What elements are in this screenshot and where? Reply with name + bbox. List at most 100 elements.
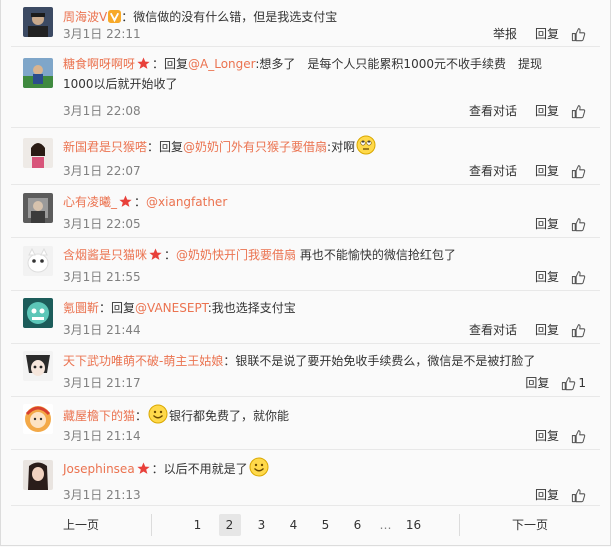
page-number-1[interactable]: 1 — [187, 514, 209, 536]
pagination: 上一页 1 2 3 4 5 6 … 16 下一页 — [11, 510, 600, 540]
user-avatar[interactable] — [23, 298, 53, 328]
comment-timestamp: 3月1日 22:11 — [63, 27, 141, 41]
comment-body: 藏屋檐下的猫： 银行都免费了，就你能 — [63, 404, 586, 426]
thumbs-up-icon — [561, 376, 576, 391]
comment-text: 银行都免费了，就你能 — [169, 409, 290, 423]
thumbs-up-icon — [571, 323, 586, 338]
reply-link[interactable]: 回复 — [535, 101, 559, 121]
reply-link[interactable]: 回复 — [535, 426, 559, 446]
comment-text: ：回复 — [147, 140, 184, 154]
reply-link[interactable]: 回复 — [535, 485, 559, 505]
user-mention-link[interactable]: @xiangfather — [146, 195, 227, 209]
vip-badge-icon[interactable] — [108, 9, 122, 23]
star-member-icon[interactable] — [137, 461, 150, 474]
user-avatar[interactable] — [23, 138, 53, 168]
comment-text: ：以后不用就是了 — [151, 462, 248, 476]
like-button[interactable] — [571, 488, 586, 503]
page-number-5[interactable]: 5 — [315, 514, 337, 536]
comment-meta: 3月1日 21:55 回复 — [63, 267, 586, 287]
user-mention-link[interactable]: @VANESEPT — [135, 301, 208, 315]
user-avatar[interactable] — [23, 404, 53, 434]
comment-actions: 查看对话 回复 — [451, 101, 586, 121]
page-number-6[interactable]: 6 — [347, 514, 369, 536]
user-nickname-link[interactable]: 氪圜靳 — [63, 301, 99, 315]
thumbs-up-icon — [571, 217, 586, 232]
user-nickname-link[interactable]: 含烟酱是只猫咪 — [63, 248, 147, 262]
star-member-icon[interactable] — [119, 194, 132, 207]
prev-page-button[interactable]: 上一页 — [11, 514, 151, 536]
comment-body: 新国君是只猴嗒：回复@奶奶门外有只猴子要借扇:对啊 — [63, 135, 586, 157]
comment-actions: 回复 1 — [507, 373, 586, 393]
user-nickname-link[interactable]: 糖食啊呀啊呀 — [63, 57, 135, 71]
thumbs-up-icon — [571, 27, 586, 42]
comment-item: 周海波V ：微信做的没有什么错，但是我选支付宝 3月1日 22:11 举报 回复 — [11, 0, 600, 47]
star-member-icon[interactable] — [137, 56, 150, 69]
page-number-2[interactable]: 2 — [218, 514, 241, 536]
page-ellipsis: … — [379, 518, 392, 532]
like-button[interactable] — [571, 164, 586, 179]
comment-meta: 3月1日 21:13 回复 — [63, 485, 586, 505]
page-number-16[interactable]: 16 — [403, 514, 425, 536]
user-nickname-link[interactable]: Josephinsea — [63, 462, 135, 476]
view-conversation-link[interactable]: 查看对话 — [469, 101, 517, 121]
comment-timestamp: 3月1日 21:44 — [63, 323, 141, 337]
comment-text: ： — [134, 195, 147, 209]
view-conversation-link[interactable]: 查看对话 — [469, 161, 517, 181]
like-button[interactable] — [571, 429, 586, 444]
comment-text: ：银联不是说了要开始免收手续费么，微信是不是被打脸了 — [223, 354, 536, 368]
user-nickname-link[interactable]: 新国君是只猴嗒 — [63, 140, 147, 154]
comment-timestamp: 3月1日 22:07 — [63, 164, 141, 178]
thumbs-up-icon — [571, 429, 586, 444]
comment-timestamp: 3月1日 22:08 — [63, 104, 141, 118]
like-button[interactable]: 1 — [561, 373, 586, 393]
comment-actions: 回复 — [517, 485, 586, 505]
comment-timestamp: 3月1日 21:55 — [63, 270, 141, 284]
comment-meta: 3月1日 21:44 查看对话 回复 — [63, 320, 586, 340]
reply-link[interactable]: 回复 — [525, 373, 549, 393]
comment-timestamp: 3月1日 21:17 — [63, 376, 141, 390]
comment-timestamp: 3月1日 22:05 — [63, 217, 141, 231]
comment-item: 心有凌曦_ ：@xiangfather 3月1日 22:05 回复 — [11, 185, 600, 238]
user-avatar[interactable] — [23, 58, 53, 88]
user-avatar[interactable] — [23, 460, 53, 490]
user-nickname-link[interactable]: 藏屋檐下的猫 — [63, 409, 135, 423]
user-nickname-link[interactable]: 天下武功唯萌不破-萌主王姑娘 — [63, 354, 223, 368]
thumbs-up-icon — [571, 270, 586, 285]
user-avatar[interactable] — [23, 351, 53, 381]
reply-link[interactable]: 回复 — [535, 24, 559, 44]
comment-meta: 3月1日 22:07 查看对话 回复 — [63, 161, 586, 181]
reply-link[interactable]: 回复 — [535, 214, 559, 234]
page-number-3[interactable]: 3 — [251, 514, 273, 536]
user-avatar[interactable] — [23, 7, 53, 37]
next-page-button[interactable]: 下一页 — [460, 514, 600, 536]
reply-link[interactable]: 回复 — [535, 320, 559, 340]
comment-actions: 举报 回复 — [475, 24, 586, 44]
user-mention-link[interactable]: @奶奶门外有只猴子要借扇 — [183, 140, 327, 154]
user-avatar[interactable] — [23, 246, 53, 276]
reply-link[interactable]: 回复 — [535, 267, 559, 287]
user-mention-link[interactable]: @奶奶快开门我要借扇 — [176, 248, 296, 262]
comment-meta: 3月1日 21:14 回复 — [63, 426, 586, 446]
thumbs-up-icon — [571, 164, 586, 179]
comment-text: ：回复 — [152, 57, 189, 71]
comment-body: 天下武功唯萌不破-萌主王姑娘：银联不是说了要开始免收手续费么，微信是不是被打脸了 — [63, 351, 586, 371]
report-link[interactable]: 举报 — [493, 24, 517, 44]
page-number-4[interactable]: 4 — [283, 514, 305, 536]
like-button[interactable] — [571, 270, 586, 285]
like-button[interactable] — [571, 104, 586, 119]
user-avatar[interactable] — [23, 193, 53, 223]
comment-body: 含烟酱是只猫咪 ：@奶奶快开门我要借扇 再也不能愉快的微信抢红包了 — [63, 245, 586, 265]
user-nickname-link[interactable]: 周海波V — [63, 10, 107, 24]
user-nickname-link[interactable]: 心有凌曦_ — [63, 195, 117, 209]
star-member-icon[interactable] — [149, 247, 162, 260]
like-button[interactable] — [571, 27, 586, 42]
comment-text: :对啊 — [327, 140, 356, 154]
comment-body: 糖食啊呀啊呀 ：回复@A_Longer:想多了 是每个人只能累积1000元不收手续… — [63, 54, 563, 94]
smile-emoji — [148, 404, 168, 424]
reply-link[interactable]: 回复 — [535, 161, 559, 181]
user-mention-link[interactable]: @A_Longer — [188, 57, 255, 71]
like-button[interactable] — [571, 323, 586, 338]
like-button[interactable] — [571, 217, 586, 232]
roll-eyes-emoji — [356, 135, 376, 155]
view-conversation-link[interactable]: 查看对话 — [469, 320, 517, 340]
